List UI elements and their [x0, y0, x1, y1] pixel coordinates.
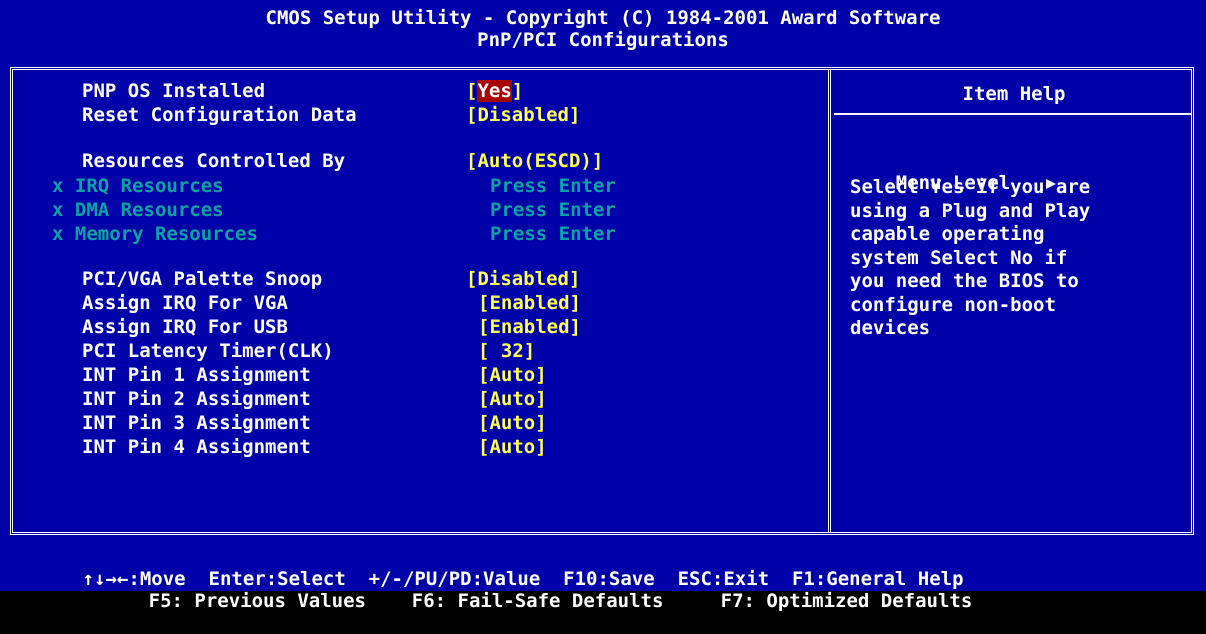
setting-value-text: Yes [477, 80, 512, 102]
setting-value[interactable]: [Disabled] [466, 104, 580, 126]
setting-value-text: Auto [489, 436, 536, 458]
setting-value[interactable]: [Enabled] [478, 292, 581, 314]
setting-label-text: INT Pin 3 Assignment [82, 412, 311, 434]
setting-label-text: Assign IRQ For USB [82, 316, 288, 338]
setting-label-text: DMA Resources [74, 199, 224, 221]
setting-value-text: Auto [489, 364, 536, 386]
setting-value-text: Press Enter [490, 199, 616, 221]
footer-line-2: F5: Previous Values F6: Fail-Safe Defaul… [80, 568, 1206, 634]
setting-value-text: Disabled [477, 104, 569, 126]
press-enter-value[interactable]: Press Enter [490, 199, 616, 221]
setting-value[interactable]: [Yes] [466, 80, 523, 102]
setting-value[interactable]: [Auto] [478, 364, 547, 386]
setting-value-text: Disabled [477, 268, 569, 290]
setting-label-text: Reset Configuration Data [82, 104, 357, 126]
setting-label: INT Pin 2 Assignment [82, 388, 311, 410]
setting-value-text: Press Enter [490, 175, 616, 197]
setting-value[interactable]: [Auto] [478, 436, 547, 458]
setting-value-text: Auto [489, 412, 536, 434]
help-text-line: system Select No if [850, 246, 1068, 269]
help-text-line: you need the BIOS to [850, 270, 1079, 292]
setting-value[interactable]: [ 32] [478, 340, 535, 362]
press-enter-value[interactable]: Press Enter [490, 223, 616, 245]
app-title: CMOS Setup Utility - Copyright (C) 1984-… [265, 7, 941, 29]
footer-f5: F5: Previous Values [148, 590, 366, 612]
help-text: Select Yes if you are using a Plug and Pl… [850, 176, 1180, 341]
press-enter-value[interactable]: Press Enter [490, 175, 616, 197]
panel-divider [828, 70, 831, 532]
setting-value-text: 32 [489, 340, 524, 362]
setting-label: Reset Configuration Data [82, 104, 357, 126]
setting-label: x Memory Resources [52, 223, 258, 245]
setting-value[interactable]: [Enabled] [478, 316, 581, 338]
footer-bar: ↑↓→←:Move Enter:Select +/-/PU/PD:Value F… [0, 543, 1206, 612]
setting-label: PCI/VGA Palette Snoop [82, 268, 322, 290]
setting-value[interactable]: [Auto] [478, 388, 547, 410]
setting-label-text: PNP OS Installed [82, 80, 266, 102]
setting-label: Assign IRQ For VGA [82, 292, 288, 314]
setting-label: x IRQ Resources [52, 175, 224, 197]
setting-label: x DMA Resources [52, 199, 224, 221]
setting-label-text: PCI Latency Timer(CLK) [82, 340, 334, 362]
setting-label: Assign IRQ For USB [82, 316, 288, 338]
disabled-marker: x [52, 175, 64, 197]
setting-label-text: IRQ Resources [74, 175, 224, 197]
setting-label: INT Pin 1 Assignment [82, 364, 311, 386]
setting-value-text: Enabled [489, 292, 570, 314]
disabled-marker: x [52, 199, 64, 221]
setting-label: PCI Latency Timer(CLK) [82, 340, 334, 362]
setting-value-text: Enabled [489, 316, 570, 338]
setting-value[interactable]: [Auto(ESCD)] [466, 150, 603, 172]
setting-label-text: Memory Resources [74, 223, 258, 245]
setting-value-text: Auto(ESCD) [477, 150, 592, 172]
header-bar: CMOS Setup Utility - Copyright (C) 1984-… [0, 0, 1206, 60]
help-text-line: using a Plug and Play [850, 199, 1091, 222]
setting-label: INT Pin 3 Assignment [82, 412, 311, 434]
setting-label-text: INT Pin 1 Assignment [82, 364, 311, 386]
help-text-line: capable operating [850, 223, 1045, 245]
disabled-marker: x [52, 223, 64, 245]
page-title: PnP/PCI Configurations [477, 29, 729, 51]
help-text-line: Select Yes if you are [850, 176, 1091, 198]
help-separator [834, 113, 1192, 115]
setting-label-text: Assign IRQ For VGA [82, 292, 288, 314]
setting-label: INT Pin 4 Assignment [82, 436, 311, 458]
help-text-line: configure non-boot [850, 293, 1056, 316]
setting-label-text: PCI/VGA Palette Snoop [82, 268, 323, 290]
setting-label-text: INT Pin 2 Assignment [82, 388, 311, 410]
setting-label: PNP OS Installed [82, 80, 265, 102]
setting-value-text: Press Enter [490, 223, 616, 245]
bios-screen: CMOS Setup Utility - Copyright (C) 1984-… [0, 0, 1206, 612]
footer-f6: F6: Fail-Safe Defaults [411, 590, 664, 612]
help-text-line: devices [850, 317, 931, 339]
setting-label: Resources Controlled By [82, 150, 345, 172]
footer-f7: F7: Optimized Defaults [720, 590, 973, 612]
setting-label-text: INT Pin 4 Assignment [82, 436, 311, 458]
setting-value[interactable]: [Disabled] [466, 268, 580, 290]
setting-value[interactable]: [Auto] [478, 412, 547, 434]
setting-label-text: Resources Controlled By [82, 150, 346, 172]
setting-value-text: Auto [489, 388, 536, 410]
help-title: Item Help [962, 83, 1066, 105]
